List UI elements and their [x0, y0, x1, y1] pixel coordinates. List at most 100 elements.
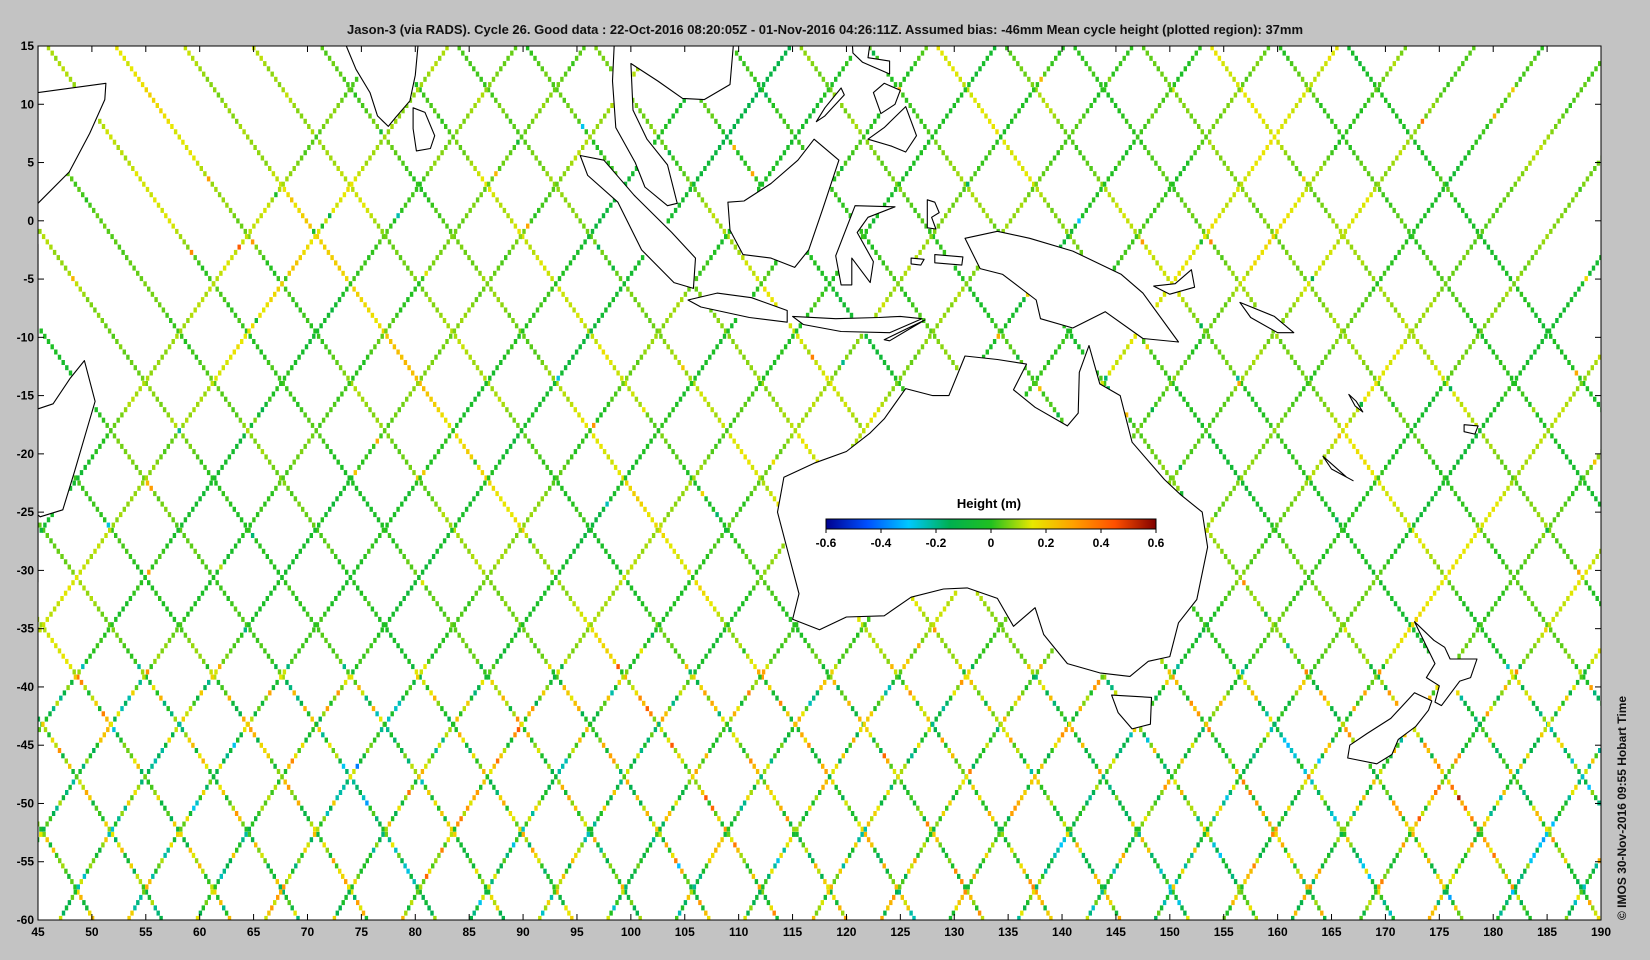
track-point [947, 354, 951, 360]
track-point [709, 601, 713, 607]
track-point [442, 244, 447, 250]
track-point [500, 596, 504, 601]
track-point [778, 113, 783, 119]
track-point [1357, 548, 1361, 554]
track-point [1424, 155, 1428, 161]
track-point [1347, 632, 1351, 638]
track-point [609, 795, 613, 801]
track-point [427, 868, 432, 874]
track-point [471, 753, 476, 759]
track-point [391, 318, 395, 323]
track-point [1324, 501, 1328, 507]
track-point [1428, 454, 1432, 460]
track-point [642, 407, 646, 413]
track-point [442, 318, 447, 323]
track-point [1180, 905, 1184, 911]
track-point [379, 716, 383, 722]
track-point [71, 769, 75, 774]
track-point [30, 811, 33, 816]
track-point [804, 412, 809, 418]
track-point [1043, 71, 1047, 77]
track-point [1458, 302, 1462, 308]
track-point [510, 218, 514, 224]
track-point [313, 826, 317, 832]
track-point [343, 386, 348, 392]
track-point [688, 669, 692, 675]
track-point [261, 548, 266, 554]
track-point [636, 653, 640, 659]
track-point [918, 249, 922, 255]
track-point [415, 884, 419, 890]
track-point [1370, 176, 1374, 182]
track-point [1057, 50, 1062, 56]
track-point [83, 464, 87, 470]
track-point [775, 454, 779, 460]
track-point [1360, 554, 1365, 559]
track-point [111, 627, 115, 633]
track-point [229, 648, 233, 654]
track-point [236, 637, 240, 643]
track-point [1299, 564, 1304, 570]
track-point [997, 826, 1001, 832]
track-point [529, 637, 533, 643]
track-point [1366, 171, 1371, 177]
track-point [703, 103, 707, 108]
track-point [429, 690, 433, 696]
track-point [1316, 491, 1321, 497]
track-point [453, 522, 458, 528]
track-point [390, 711, 394, 717]
track-point [420, 580, 425, 586]
track-point [1304, 669, 1308, 675]
track-point [397, 449, 401, 455]
track-point [692, 181, 696, 187]
track-point [551, 669, 555, 675]
track-point [617, 679, 621, 685]
track-point [658, 622, 662, 628]
track-point [104, 616, 108, 622]
track-point [434, 648, 438, 654]
track-point [876, 113, 881, 119]
track-point [1234, 569, 1239, 575]
track-point [98, 811, 102, 816]
track-point [88, 863, 93, 869]
track-point [458, 124, 463, 129]
track-point [246, 134, 250, 140]
track-point [791, 333, 795, 339]
track-point [211, 575, 216, 580]
track-point [231, 407, 235, 413]
track-point [478, 900, 482, 906]
track-point [446, 239, 450, 245]
track-point [505, 113, 509, 119]
track-point [832, 679, 837, 685]
track-point [336, 166, 340, 171]
track-point [980, 108, 984, 114]
track-point [337, 559, 342, 565]
track-point [629, 291, 634, 297]
track-point [435, 548, 439, 554]
track-point [1425, 548, 1429, 554]
track-point [1398, 412, 1403, 418]
track-point [859, 228, 863, 234]
track-point [166, 706, 170, 712]
track-point [1145, 344, 1149, 350]
track-point [362, 202, 366, 208]
track-point [574, 349, 579, 355]
track-point [357, 464, 361, 470]
track-point [790, 422, 794, 428]
track-point [295, 554, 299, 559]
track-point [1217, 55, 1222, 61]
track-point [353, 470, 357, 476]
track-point [1395, 407, 1399, 413]
track-point [375, 711, 379, 717]
track-point [373, 512, 377, 518]
track-point [1226, 166, 1230, 171]
track-point [1440, 276, 1444, 282]
track-point [413, 580, 417, 586]
track-point [557, 580, 562, 586]
track-point [187, 737, 192, 743]
track-point [271, 685, 276, 691]
track-point [816, 297, 821, 303]
track-point [225, 863, 230, 869]
track-point [1164, 664, 1168, 670]
track-point [1484, 632, 1488, 638]
